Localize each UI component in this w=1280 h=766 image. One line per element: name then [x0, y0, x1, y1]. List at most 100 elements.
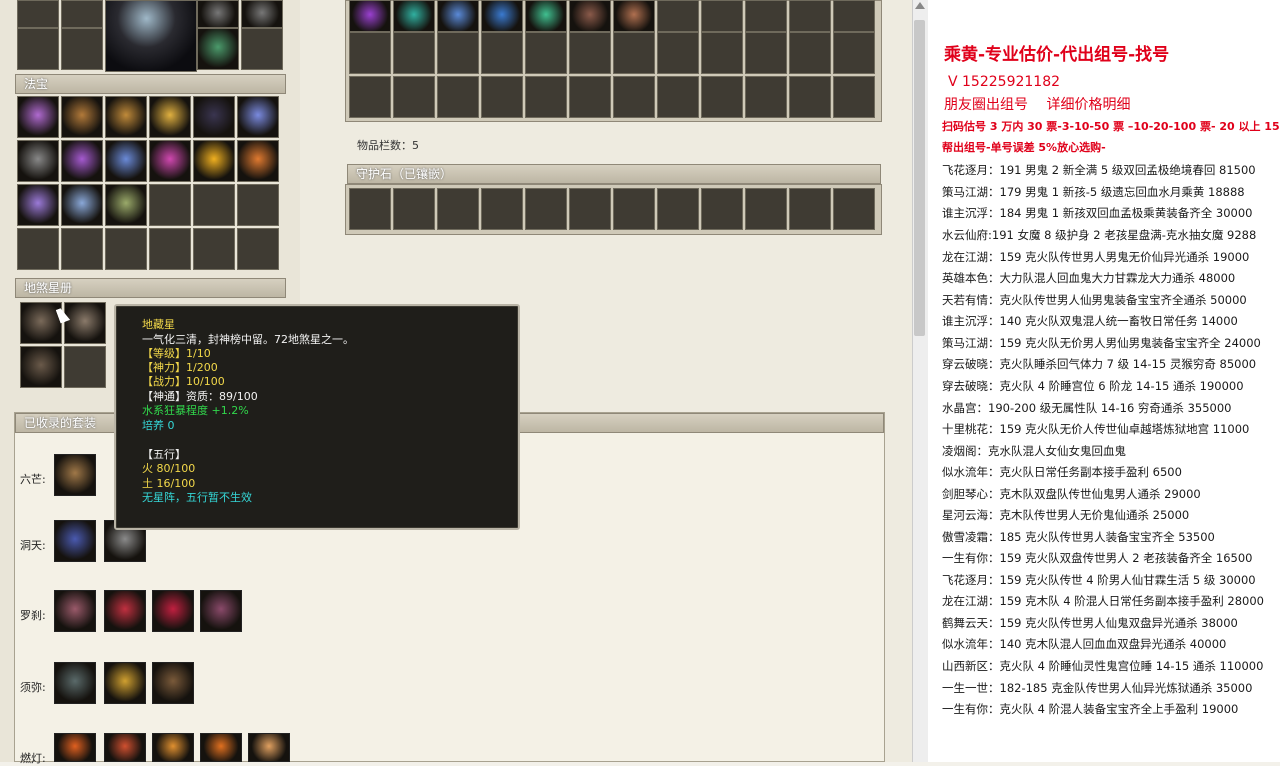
fabao-icon[interactable]: [61, 184, 103, 226]
empty-slot[interactable]: [481, 32, 523, 74]
empty-slot[interactable]: [745, 32, 787, 74]
empty-slot[interactable]: [349, 76, 391, 118]
empty-slot[interactable]: [657, 0, 699, 32]
crown-icon[interactable]: [152, 733, 194, 762]
empty-slot[interactable]: [525, 76, 567, 118]
fabao-icon[interactable]: [17, 184, 59, 226]
guard-stone-slot[interactable]: [569, 188, 611, 230]
fabao-icon[interactable]: [61, 96, 103, 138]
gem-icon[interactable]: [437, 0, 479, 32]
empty-slot[interactable]: [833, 0, 875, 32]
empty-slot[interactable]: [61, 228, 103, 270]
empty-slot[interactable]: [149, 228, 191, 270]
fabao-icon[interactable]: [105, 184, 147, 226]
empty-slot[interactable]: [657, 32, 699, 74]
flame-icon[interactable]: [200, 733, 242, 762]
necklace-icon[interactable]: [54, 662, 96, 704]
guard-stone-slot[interactable]: [437, 188, 479, 230]
guard-stone-slot[interactable]: [525, 188, 567, 230]
scroll-up-icon[interactable]: [915, 2, 925, 9]
fabao-icon[interactable]: [237, 96, 279, 138]
scrollbar-thumb[interactable]: [914, 20, 925, 336]
empty-slot[interactable]: [701, 76, 743, 118]
necklace-icon[interactable]: [104, 590, 146, 632]
empty-slot[interactable]: [613, 76, 655, 118]
guard-stone-slot[interactable]: [657, 188, 699, 230]
empty-slot[interactable]: [437, 76, 479, 118]
equip-slot[interactable]: [61, 28, 103, 70]
empty-slot[interactable]: [393, 32, 435, 74]
star-portrait-icon[interactable]: [20, 346, 62, 388]
armor-icon[interactable]: [54, 520, 96, 562]
empty-slot[interactable]: [105, 228, 147, 270]
fabao-icon[interactable]: [61, 140, 103, 182]
gem-icon[interactable]: [525, 0, 567, 32]
fabao-icon[interactable]: [149, 96, 191, 138]
fabao-icon[interactable]: [237, 140, 279, 182]
star-portrait-icon[interactable]: [64, 302, 106, 344]
empty-slot[interactable]: [193, 184, 235, 226]
guard-stone-slot[interactable]: [701, 188, 743, 230]
fabao-icon[interactable]: [105, 140, 147, 182]
empty-slot[interactable]: [657, 76, 699, 118]
gem-icon[interactable]: [349, 0, 391, 32]
empty-slot[interactable]: [613, 32, 655, 74]
armor-icon[interactable]: [54, 590, 96, 632]
empty-slot[interactable]: [833, 32, 875, 74]
amulet-icon[interactable]: [152, 590, 194, 632]
guard-stone-slot[interactable]: [393, 188, 435, 230]
empty-slot[interactable]: [701, 0, 743, 32]
fabao-icon[interactable]: [193, 140, 235, 182]
empty-slot[interactable]: [349, 32, 391, 74]
fabao-icon[interactable]: [17, 140, 59, 182]
equip-slot[interactable]: [17, 0, 59, 28]
empty-slot[interactable]: [745, 76, 787, 118]
flame-icon[interactable]: [54, 733, 96, 762]
empty-slot[interactable]: [569, 76, 611, 118]
empty-slot[interactable]: [789, 76, 831, 118]
guard-stone-slot[interactable]: [481, 188, 523, 230]
guard-stone-slot[interactable]: [745, 188, 787, 230]
amulet-icon[interactable]: [152, 662, 194, 704]
headband-icon[interactable]: [54, 454, 96, 496]
fabao-icon[interactable]: [193, 96, 235, 138]
empty-slot[interactable]: [64, 346, 106, 388]
equip-slot[interactable]: [61, 0, 103, 28]
guard-stone-slot[interactable]: [789, 188, 831, 230]
empty-slot[interactable]: [789, 0, 831, 32]
robe-icon[interactable]: [104, 733, 146, 762]
star-portrait-icon[interactable]: [20, 302, 62, 344]
equip-slot[interactable]: [241, 28, 283, 70]
belt-icon[interactable]: [200, 590, 242, 632]
guard-stone-slot[interactable]: [613, 188, 655, 230]
gem-icon[interactable]: [481, 0, 523, 32]
bracelet-icon[interactable]: [613, 0, 655, 32]
empty-slot[interactable]: [789, 32, 831, 74]
empty-slot[interactable]: [569, 32, 611, 74]
fabao-icon[interactable]: [17, 96, 59, 138]
ring-icon[interactable]: [197, 0, 239, 28]
empty-slot[interactable]: [481, 76, 523, 118]
empty-slot[interactable]: [525, 32, 567, 74]
hat-icon[interactable]: [248, 733, 290, 762]
empty-slot[interactable]: [437, 32, 479, 74]
equip-slot[interactable]: [17, 28, 59, 70]
empty-slot[interactable]: [17, 228, 59, 270]
guard-stone-slot[interactable]: [349, 188, 391, 230]
fabao-icon[interactable]: [105, 96, 147, 138]
empty-slot[interactable]: [193, 228, 235, 270]
empty-slot[interactable]: [393, 76, 435, 118]
empty-slot[interactable]: [745, 0, 787, 32]
guard-stone-slot[interactable]: [833, 188, 875, 230]
empty-slot[interactable]: [237, 228, 279, 270]
gem-icon[interactable]: [569, 0, 611, 32]
gem-icon[interactable]: [393, 0, 435, 32]
fabao-icon[interactable]: [149, 140, 191, 182]
ring-icon[interactable]: [104, 662, 146, 704]
belt-icon[interactable]: [197, 28, 239, 70]
ring-icon[interactable]: [241, 0, 283, 28]
empty-slot[interactable]: [149, 184, 191, 226]
empty-slot[interactable]: [701, 32, 743, 74]
empty-slot[interactable]: [833, 76, 875, 118]
empty-slot[interactable]: [237, 184, 279, 226]
